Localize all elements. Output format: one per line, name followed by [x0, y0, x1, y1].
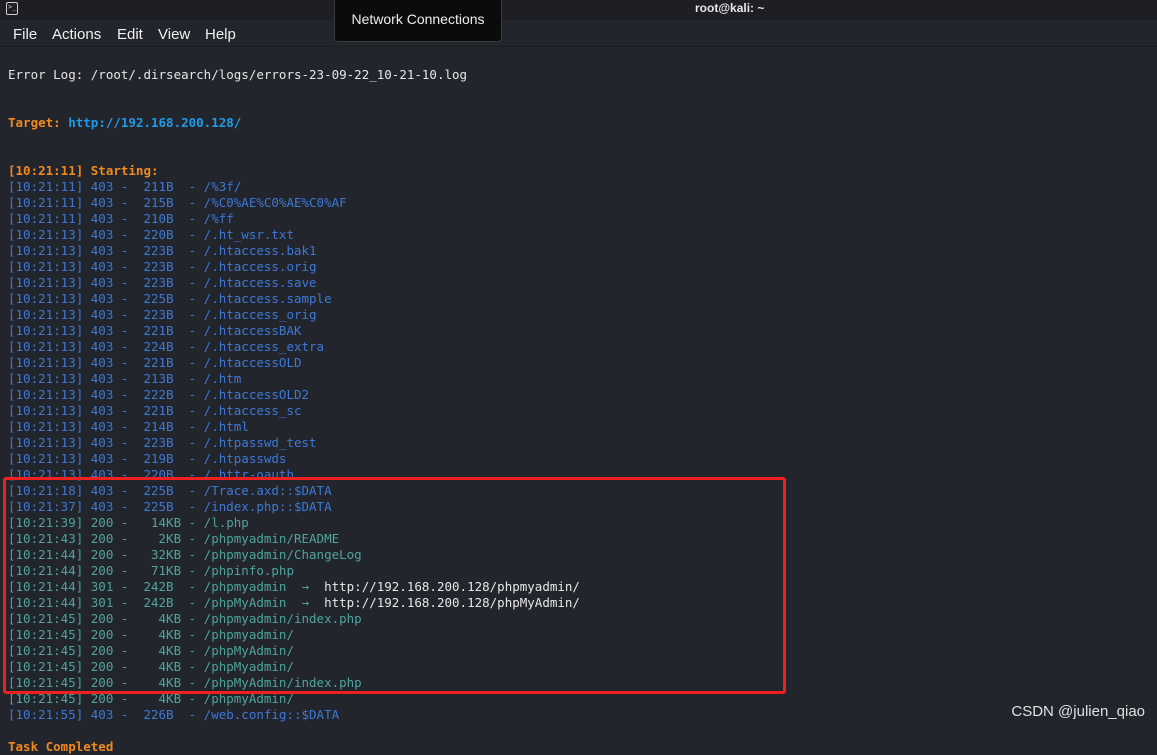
- error-log-line: Error Log: /root/.dirsearch/logs/errors-…: [8, 67, 468, 82]
- menu-file[interactable]: File: [13, 26, 37, 43]
- log-entry: [10:21:11] 403 - 211B - /%3f/: [8, 179, 242, 194]
- log-line: [10:21:13] 403 - 223B - /.htaccess_orig: [8, 307, 580, 323]
- target-url: http://192.168.200.128/: [68, 115, 242, 130]
- log-line: [10:21:13] 403 - 223B - /.htaccess.bak1: [8, 243, 580, 259]
- watermark: CSDN @julien_qiao: [1011, 703, 1145, 720]
- log-entry: [10:21:13] 403 - 219B - /.htpasswds: [8, 451, 287, 466]
- starting-line: [10:21:11] Starting:: [8, 163, 159, 178]
- terminal-icon: >_: [6, 2, 18, 15]
- log-line: [10:21:13] 403 - 223B - /.htaccess.orig: [8, 259, 580, 275]
- log-line: [10:21:11] 403 - 215B - /%C0%AE%C0%AE%C0…: [8, 195, 580, 211]
- log-entry: [10:21:11] 403 - 215B - /%C0%AE%C0%AE%C0…: [8, 195, 347, 210]
- log-entry: [10:21:13] 403 - 223B - /.htaccess.bak1: [8, 243, 317, 258]
- target-line: Target: http://192.168.200.128/: [8, 115, 580, 131]
- highlight-box: [3, 477, 786, 694]
- log-line: [10:21:11] 403 - 210B - /%ff: [8, 211, 580, 227]
- log-line: [10:21:13] 403 - 214B - /.html: [8, 419, 580, 435]
- log-line: [10:21:13] 403 - 224B - /.htaccess_extra: [8, 339, 580, 355]
- task-completed: Task Completed: [8, 739, 114, 754]
- target-label: Target:: [8, 115, 61, 130]
- menu-view[interactable]: View: [158, 26, 190, 43]
- log-entry: [10:21:13] 403 - 222B - /.htaccessOLD2: [8, 387, 310, 402]
- log-entry: [10:21:13] 403 - 225B - /.htaccess.sampl…: [8, 291, 332, 306]
- log-entry: [10:21:13] 403 - 223B - /.htaccess.save: [8, 275, 317, 290]
- log-entry: [10:21:55] 403 - 226B - /web.config::$DA…: [8, 707, 340, 722]
- log-line: [10:21:13] 403 - 220B - /.ht_wsr.txt: [8, 227, 580, 243]
- log-entry: [10:21:13] 403 - 223B - /.htaccess_orig: [8, 307, 317, 322]
- log-entry: [10:21:13] 403 - 221B - /.htaccessBAK: [8, 323, 302, 338]
- log-line: [10:21:11] 403 - 211B - /%3f/: [8, 179, 580, 195]
- log-line: [10:21:55] 403 - 226B - /web.config::$DA…: [8, 707, 580, 723]
- log-entry: [10:21:13] 403 - 224B - /.htaccess_extra: [8, 339, 325, 354]
- log-entry: [10:21:13] 403 - 221B - /.htaccess_sc: [8, 403, 302, 418]
- log-line: [10:21:13] 403 - 221B - /.htaccessOLD: [8, 355, 580, 371]
- log-line: [10:21:13] 403 - 213B - /.htm: [8, 371, 580, 387]
- log-entry: [10:21:13] 403 - 223B - /.htpasswd_test: [8, 435, 317, 450]
- log-line: [10:21:13] 403 - 222B - /.htaccessOLD2: [8, 387, 580, 403]
- log-line: [10:21:13] 403 - 223B - /.htpasswd_test: [8, 435, 580, 451]
- log-line: [10:21:13] 403 - 221B - /.htaccess_sc: [8, 403, 580, 419]
- log-entry: [10:21:13] 403 - 223B - /.htaccess.orig: [8, 259, 317, 274]
- title-bar: >_ root@kali: ~: [0, 0, 1157, 20]
- menu-edit[interactable]: Edit: [117, 26, 143, 43]
- log-line: [10:21:13] 403 - 219B - /.htpasswds: [8, 451, 580, 467]
- log-entry: [10:21:13] 403 - 213B - /.htm: [8, 371, 242, 386]
- log-line: [10:21:13] 403 - 221B - /.htaccessBAK: [8, 323, 580, 339]
- log-entry: [10:21:11] 403 - 210B - /%ff: [8, 211, 234, 226]
- menu-bar: File Actions Edit View Help: [0, 20, 1157, 47]
- menu-help[interactable]: Help: [205, 26, 236, 43]
- log-entry: [10:21:13] 403 - 220B - /.ht_wsr.txt: [8, 227, 294, 242]
- log-entry: [10:21:13] 403 - 221B - /.htaccessOLD: [8, 355, 302, 370]
- menu-actions[interactable]: Actions: [52, 26, 101, 43]
- log-line: [10:21:13] 403 - 223B - /.htaccess.save: [8, 275, 580, 291]
- log-line: [10:21:13] 403 - 225B - /.htaccess.sampl…: [8, 291, 580, 307]
- log-entry: [10:21:13] 403 - 214B - /.html: [8, 419, 249, 434]
- window-title: root@kali: ~: [695, 1, 765, 15]
